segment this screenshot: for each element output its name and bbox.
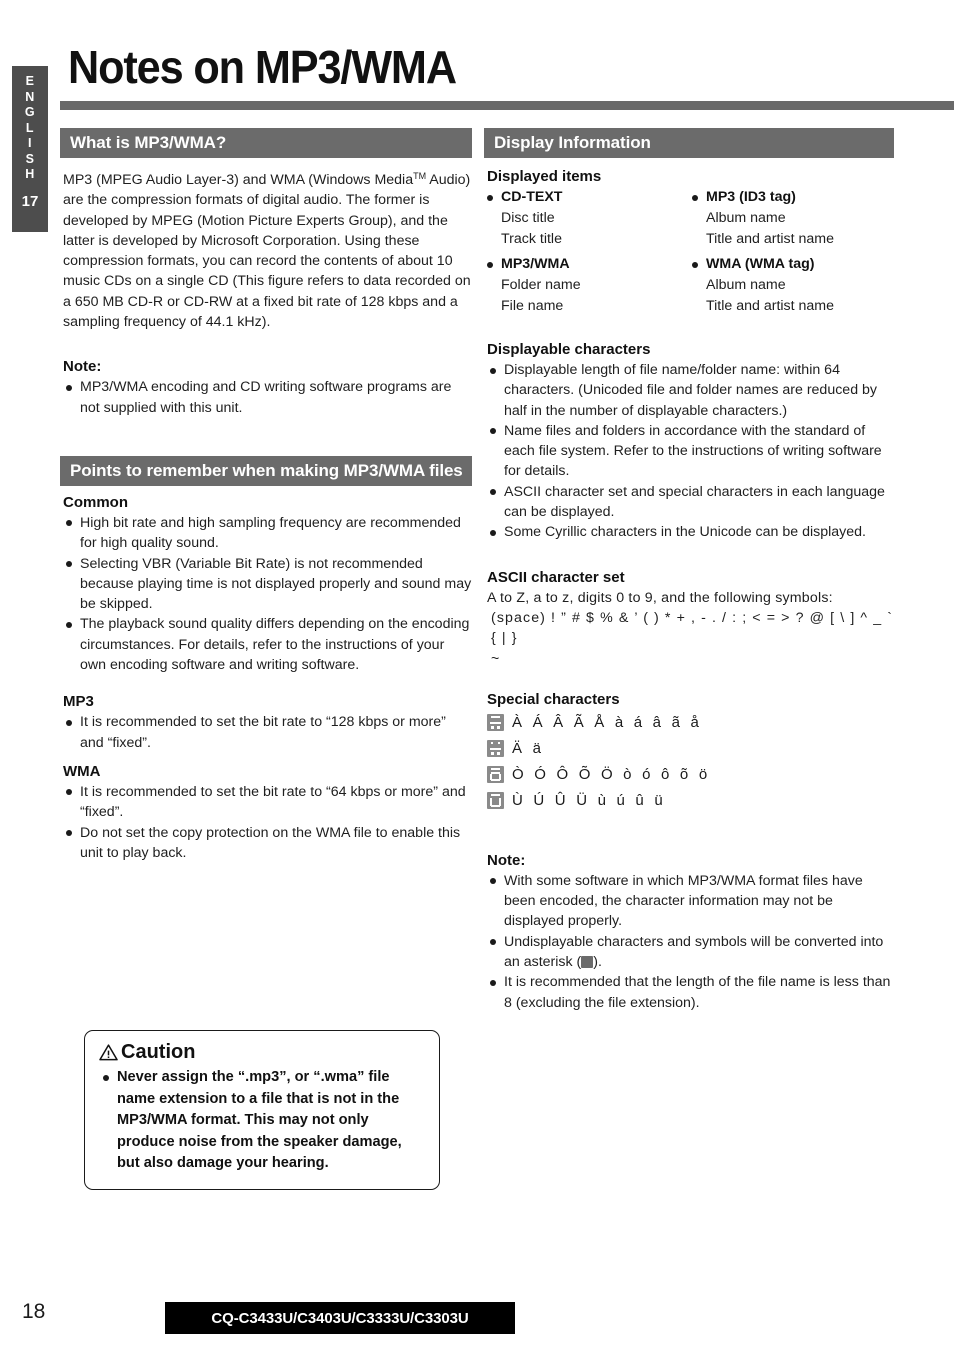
list-item: The playback sound quality differs depen… (63, 614, 472, 675)
item-head: MP3/WMA (484, 254, 689, 275)
caution-title-row: Caution (99, 1041, 425, 1064)
list-item: Never assign the “.mp3”, or “.wma” file … (102, 1067, 425, 1175)
note-label-right: Note: (487, 851, 526, 869)
language-tab: E N G L I S H 17 (12, 66, 48, 232)
intro-paragraph: MP3 (MPEG Audio Layer-3) and WMA (Window… (63, 171, 471, 331)
mp3-list: It is recommended to set the bit rate to… (60, 712, 472, 753)
footer-page-number: 18 (22, 1300, 46, 1323)
language-letter: I (28, 136, 32, 150)
displayed-items-title: Displayed items (487, 168, 602, 185)
list-item: Selecting VBR (Variable Bit Rate) is not… (63, 554, 472, 615)
item-sub: Album name (706, 277, 786, 293)
ascii-line-2: (space) ! ” # $ % & ’ ( ) * + , - . / : … (491, 609, 894, 647)
ascii-line-1: A to Z, a to z, digits 0 to 9, and the f… (487, 589, 833, 606)
special-character-glyphs: À Á Â Ã Å à á â ã å (512, 713, 703, 731)
document-page: E N G L I S H 17 Notes on MP3/WMA What i… (0, 0, 954, 1348)
left-column: What is MP3/WMA? MP3 (MPEG Audio Layer-3… (60, 128, 472, 863)
group-title-common: Common (63, 493, 128, 511)
section-header-display-information: Display Information (484, 128, 894, 158)
displayable-characters-list: Displayable length of file name/folder n… (484, 360, 894, 543)
note-label-left: Note: (63, 358, 102, 376)
caution-title-text: Caution (121, 1041, 196, 1063)
warning-triangle-icon (99, 1044, 118, 1061)
group-title-wma: WMA (63, 762, 101, 780)
list-item: Some Cyrillic characters in the Unicode … (487, 522, 894, 542)
displayed-items-grid: CD-TEXT Disc title Track title MP3/WMA F… (484, 187, 894, 317)
ascii-title: ASCII character set (487, 568, 625, 586)
page-title: Notes on MP3/WMA (68, 41, 457, 93)
list-item: High bit rate and high sampling frequenc… (63, 513, 472, 554)
list-item: ASCII character set and special characte… (487, 482, 894, 523)
item-sub: File name (501, 298, 564, 314)
lcd-char-icon-o (487, 766, 504, 784)
caution-box: Caution Never assign the “.mp3”, or “.wm… (84, 1030, 440, 1190)
language-letter: S (25, 151, 35, 166)
language-letter: L (25, 120, 35, 135)
special-character-glyphs: Ä ä (512, 739, 545, 757)
displayable-characters-title: Displayable characters (487, 341, 651, 358)
list-item: With some software in which MP3/WMA form… (487, 871, 894, 932)
trademark-symbol: TM (413, 171, 427, 181)
special-character-row: À Á Â Ã Å à á â ã å (487, 712, 894, 734)
language-letter: N (25, 89, 35, 104)
special-characters-title: Special characters (487, 690, 620, 708)
caution-list: Never assign the “.mp3”, or “.wma” file … (99, 1067, 425, 1175)
displayed-items-column-left: CD-TEXT Disc title Track title MP3/WMA F… (484, 187, 689, 317)
section-header-what-is-mp3-wma: What is MP3/WMA? (60, 128, 472, 158)
ascii-line-3: ~ (491, 650, 501, 667)
list-item: It is recommended to set the bit rate to… (63, 782, 472, 823)
language-letter: E (25, 74, 35, 88)
section-header-points-to-remember: Points to remember when making MP3/WMA f… (60, 455, 472, 486)
special-character-row: Ä ä (487, 738, 894, 760)
list-item: MP3/WMA encoding and CD writing software… (63, 377, 472, 418)
item-sub: Title and artist name (706, 231, 835, 247)
footer-model-bar: CQ-C3433U/C3403U/C3333U/C3303U (165, 1302, 515, 1334)
special-character-glyphs: Ò Ó Ô Õ Ö ò ó ô õ ö (512, 765, 711, 783)
item-sub: Track title (501, 231, 562, 247)
item-head: WMA (WMA tag) (689, 254, 894, 275)
wma-list: It is recommended to set the bit rate to… (60, 782, 472, 863)
list-item: It is recommended to set the bit rate to… (63, 712, 472, 753)
displayed-items-column-right: MP3 (ID3 tag) Album name Title and artis… (689, 187, 894, 317)
special-character-glyphs: Ù Ú Û Ü ù ú û ü (512, 791, 666, 809)
note-list-left: MP3/WMA encoding and CD writing software… (60, 377, 472, 418)
list-item: Displayable length of file name/folder n… (487, 360, 894, 421)
common-list: High bit rate and high sampling frequenc… (60, 513, 472, 675)
item-head: MP3 (ID3 tag) (689, 187, 894, 208)
list-item: Do not set the copy protection on the WM… (63, 823, 472, 864)
list-item: Undisplayable characters and symbols wil… (487, 932, 894, 973)
item-sub: Folder name (501, 277, 581, 293)
language-letter: G (24, 105, 36, 119)
item-sub: Album name (706, 210, 786, 226)
lcd-char-icon-u (487, 792, 504, 810)
special-character-row: Ò Ó Ô Õ Ö ò ó ô õ ö (487, 764, 894, 786)
item-sub: Disc title (501, 210, 555, 226)
list-item: Name files and folders in accordance wit… (487, 421, 894, 482)
title-rule (60, 101, 954, 110)
item-head: CD-TEXT (484, 187, 689, 208)
section-number: 17 (21, 192, 39, 210)
language-letter: H (25, 167, 35, 181)
item-sub: Title and artist name (706, 298, 835, 314)
note-list-right: With some software in which MP3/WMA form… (484, 871, 894, 1013)
special-character-row: Ù Ú Û Ü ù ú û ü (487, 790, 894, 812)
group-title-mp3: MP3 (63, 693, 94, 711)
right-column: Display Information Displayed items CD-T… (484, 128, 894, 1013)
lcd-asterisk-icon (581, 956, 594, 969)
lcd-char-icon-a-umlaut (487, 740, 504, 758)
list-item: It is recommended that the length of the… (487, 972, 894, 1013)
lcd-char-icon-a (487, 714, 504, 732)
